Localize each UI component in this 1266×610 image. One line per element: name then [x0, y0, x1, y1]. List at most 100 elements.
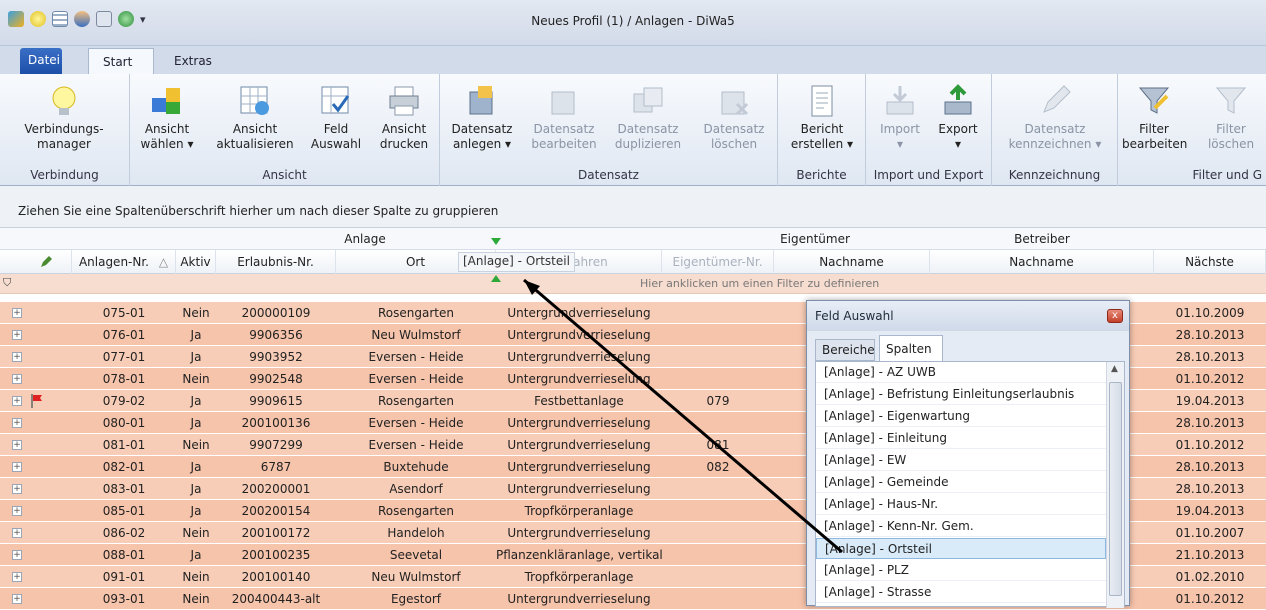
- header-naechste[interactable]: Nächste: [1154, 250, 1266, 274]
- cell-date[interactable]: 19.04.2013: [1154, 500, 1266, 522]
- cell-erlaubnis[interactable]: 200100140: [216, 566, 336, 588]
- group-by-panel[interactable]: Ziehen Sie eine Spaltenüberschrift hierh…: [0, 186, 1266, 228]
- expand-row-icon[interactable]: +: [12, 506, 22, 516]
- field-list-item[interactable]: [Anlage] - Eigenwartung: [816, 406, 1106, 427]
- field-list-item[interactable]: [Anlage] - AZ UWB: [816, 362, 1106, 383]
- cell-erlaubnis[interactable]: 9907299: [216, 434, 336, 456]
- scroll-up-icon[interactable]: ▲: [1111, 364, 1118, 374]
- cell-verfahren[interactable]: Untergrundverrieselung: [496, 478, 662, 500]
- cell-eig[interactable]: 081: [662, 434, 774, 456]
- cell-eig[interactable]: [662, 412, 774, 434]
- field-list-scrollbar[interactable]: ▲: [1106, 362, 1124, 608]
- cell-date[interactable]: 28.10.2013: [1154, 478, 1266, 500]
- cell-aktiv[interactable]: Nein: [176, 588, 216, 610]
- cell-verfahren[interactable]: Pflanzenkläranlage, vertikal: [496, 544, 662, 566]
- cell-aktiv[interactable]: Nein: [176, 522, 216, 544]
- cell-eig[interactable]: [662, 500, 774, 522]
- expand-row-icon[interactable]: +: [12, 528, 22, 538]
- cell-aktiv[interactable]: Nein: [176, 434, 216, 456]
- cell-aktiv[interactable]: Nein: [176, 368, 216, 390]
- cell-ort[interactable]: Buxtehude: [336, 456, 496, 478]
- verbindungsmanager-button[interactable]: Verbindungs- manager: [8, 78, 120, 164]
- import-button[interactable]: Import ▾: [872, 78, 928, 164]
- cell-nr[interactable]: 086-02: [72, 522, 176, 544]
- cell-date[interactable]: 01.10.2012: [1154, 368, 1266, 390]
- cell-eig[interactable]: [662, 368, 774, 390]
- cell-verfahren[interactable]: Untergrundverrieselung: [496, 412, 662, 434]
- cell-aktiv[interactable]: Ja: [176, 324, 216, 346]
- cell-ort[interactable]: Rosengarten: [336, 390, 496, 412]
- expand-row-icon[interactable]: +: [12, 462, 22, 472]
- field-list-item[interactable]: [Anlage] - Haus-Nr.: [816, 494, 1106, 515]
- cell-erlaubnis[interactable]: 200100235: [216, 544, 336, 566]
- cell-eig[interactable]: [662, 522, 774, 544]
- tab-bereiche[interactable]: Bereiche: [815, 339, 875, 361]
- expand-row-icon[interactable]: +: [12, 550, 22, 560]
- cell-aktiv[interactable]: Ja: [176, 390, 216, 412]
- cell-verfahren[interactable]: Untergrundverrieselung: [496, 434, 662, 456]
- expand-row-icon[interactable]: +: [12, 396, 22, 406]
- cell-ort[interactable]: Rosengarten: [336, 302, 496, 324]
- cell-eig[interactable]: [662, 324, 774, 346]
- tab-start[interactable]: Start: [88, 48, 154, 74]
- scrollbar-thumb[interactable]: [1109, 382, 1122, 596]
- cell-date[interactable]: 01.10.2012: [1154, 434, 1266, 456]
- field-list-item[interactable]: [Anlage] - Gemeinde: [816, 472, 1106, 493]
- cell-verfahren[interactable]: Untergrundverrieselung: [496, 588, 662, 610]
- datensatz-kennzeichnen-button[interactable]: Datensatz kennzeichnen ▾: [998, 78, 1112, 164]
- header-erlaubnis-nr[interactable]: Erlaubnis-Nr.: [216, 250, 336, 274]
- cell-ort[interactable]: Neu Wulmstorf: [336, 324, 496, 346]
- tab-extras[interactable]: Extras: [160, 48, 220, 74]
- datensatz-bearbeiten-button[interactable]: Datensatz bearbeiten: [526, 78, 602, 164]
- cell-date[interactable]: 01.10.2012: [1154, 588, 1266, 610]
- cell-erlaubnis[interactable]: 200200001: [216, 478, 336, 500]
- cell-erlaubnis[interactable]: 9903952: [216, 346, 336, 368]
- cell-aktiv[interactable]: Ja: [176, 412, 216, 434]
- header-eigentuemer-nachname[interactable]: Nachname: [774, 250, 930, 274]
- cell-erlaubnis[interactable]: 200100172: [216, 522, 336, 544]
- cell-ort[interactable]: Eversen - Heide: [336, 412, 496, 434]
- cell-nr[interactable]: 091-01: [72, 566, 176, 588]
- cell-erlaubnis[interactable]: 200100136: [216, 412, 336, 434]
- datensatz-loeschen-button[interactable]: Datensatz löschen: [696, 78, 772, 164]
- ansicht-waehlen-button[interactable]: Ansicht wählen ▾: [136, 78, 198, 164]
- cell-ort[interactable]: Eversen - Heide: [336, 368, 496, 390]
- cell-date[interactable]: 01.02.2010: [1154, 566, 1266, 588]
- ansicht-aktualisieren-button[interactable]: Ansicht aktualisieren: [210, 78, 300, 164]
- cell-nr[interactable]: 078-01: [72, 368, 176, 390]
- filter-bearbeiten-button[interactable]: Filter bearbeiten: [1122, 78, 1187, 164]
- cell-erlaubnis[interactable]: 200200154: [216, 500, 336, 522]
- cell-nr[interactable]: 083-01: [72, 478, 176, 500]
- expand-row-icon[interactable]: +: [12, 330, 22, 340]
- dragged-column-header[interactable]: [Anlage] - Ortsteil: [458, 252, 575, 272]
- cell-verfahren[interactable]: Tropfkörperanlage: [496, 566, 662, 588]
- band-betreiber[interactable]: Betreiber: [930, 232, 1154, 246]
- cell-erlaubnis[interactable]: 200400443-alt: [216, 588, 336, 610]
- cell-eig[interactable]: [662, 346, 774, 368]
- cell-ort[interactable]: Rosengarten: [336, 500, 496, 522]
- cell-date[interactable]: 28.10.2013: [1154, 346, 1266, 368]
- cell-verfahren[interactable]: Untergrundverrieselung: [496, 302, 662, 324]
- cell-ort[interactable]: Egestorf: [336, 588, 496, 610]
- cell-ort[interactable]: Seevetal: [336, 544, 496, 566]
- cell-ort[interactable]: Handeloh: [336, 522, 496, 544]
- cell-erlaubnis[interactable]: 6787: [216, 456, 336, 478]
- expand-row-icon[interactable]: +: [12, 572, 22, 582]
- cell-eig[interactable]: [662, 566, 774, 588]
- expand-row-icon[interactable]: +: [12, 440, 22, 450]
- cell-verfahren[interactable]: Untergrundverrieselung: [496, 368, 662, 390]
- cell-eig[interactable]: [662, 302, 774, 324]
- filter-row[interactable]: ⛉ Hier anklicken um einen Filter zu defi…: [0, 274, 1266, 294]
- cell-aktiv[interactable]: Nein: [176, 566, 216, 588]
- cell-date[interactable]: 21.10.2013: [1154, 544, 1266, 566]
- cell-nr[interactable]: 080-01: [72, 412, 176, 434]
- cell-nr[interactable]: 076-01: [72, 324, 176, 346]
- tab-datei[interactable]: Datei: [20, 48, 62, 74]
- header-aktiv[interactable]: Aktiv: [176, 250, 216, 274]
- cell-aktiv[interactable]: Ja: [176, 478, 216, 500]
- cell-nr[interactable]: 093-01: [72, 588, 176, 610]
- cell-aktiv[interactable]: Ja: [176, 500, 216, 522]
- cell-erlaubnis[interactable]: 200000109: [216, 302, 336, 324]
- cell-erlaubnis[interactable]: 9909615: [216, 390, 336, 412]
- header-anlagen-nr[interactable]: Anlagen-Nr. △: [72, 250, 176, 274]
